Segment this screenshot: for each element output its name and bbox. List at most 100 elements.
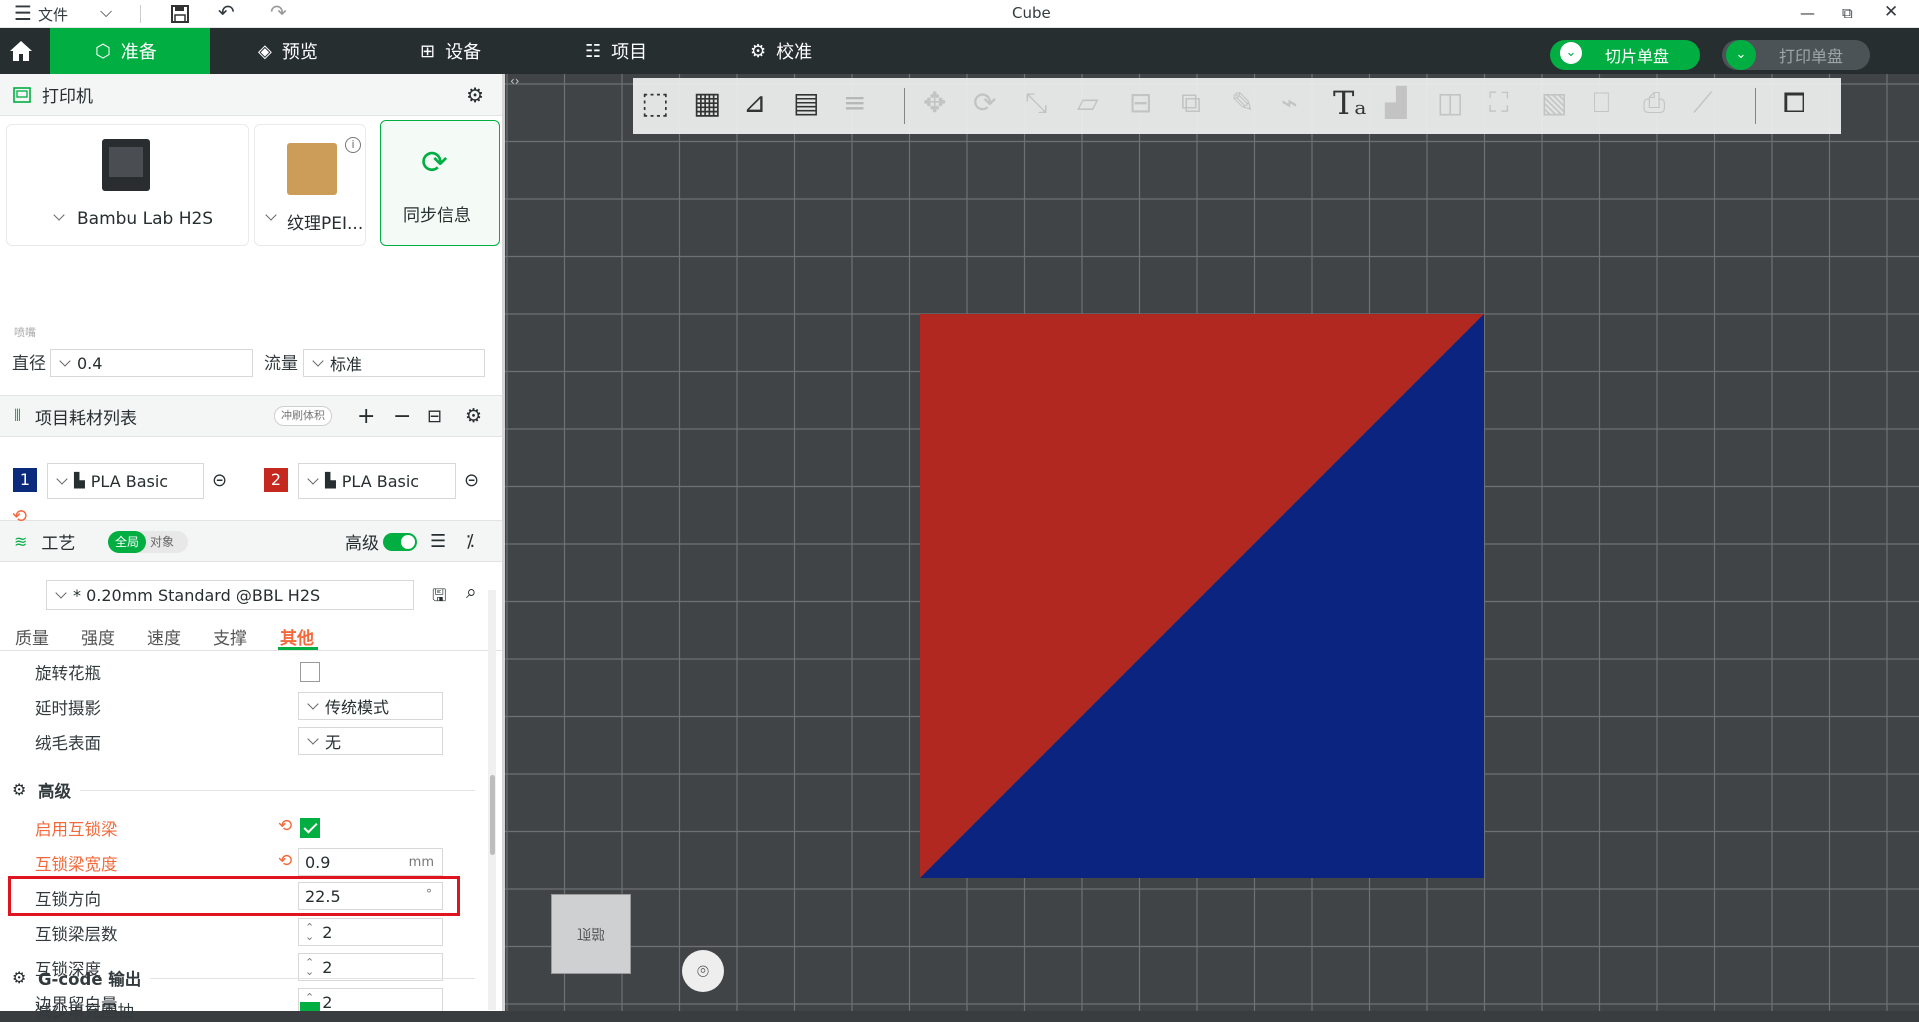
save-preset-icon[interactable]: 🖫 — [432, 583, 446, 612]
sidebar-scrollbar-thumb[interactable] — [490, 775, 495, 855]
list-icon[interactable]: ☰ — [430, 531, 446, 552]
filament-slot-2-select[interactable]: ▙ PLA Basic — [298, 463, 456, 499]
printer-section-title: 打印机 — [42, 87, 93, 107]
text-tool-icon[interactable]: Tₐ — [1333, 84, 1367, 122]
tab-prepare[interactable]: ⬡ 准备 — [50, 28, 210, 74]
printer-settings-gear-icon[interactable]: ⚙ — [466, 83, 484, 107]
interlock-enable-checkbox[interactable] — [300, 818, 320, 838]
lay-on-face-icon[interactable]: ⏥ — [1077, 86, 1099, 119]
rotate-icon[interactable]: ⟳ — [973, 86, 996, 119]
camera-reset-icon[interactable]: ⌾ — [682, 950, 724, 992]
global-toggle-option[interactable]: 全局 — [108, 531, 146, 553]
tab-strength[interactable]: 强度 — [81, 624, 115, 649]
tab-device[interactable]: ⊞ 设备 — [420, 28, 481, 74]
tab-calibration[interactable]: ⚙ 校准 — [750, 28, 812, 74]
interlock-width-input[interactable]: 0.9 mm — [298, 848, 443, 876]
interlock-direction-input[interactable]: 22.5 ° — [298, 882, 443, 910]
arrange-icon[interactable]: ▤ — [793, 86, 819, 119]
interlock-enable-label: 启用互锁梁 — [35, 820, 118, 839]
restore-icon[interactable]: ⧉ — [1842, 4, 1853, 22]
view-cube[interactable]: 顶部 — [551, 894, 631, 974]
add-plate-icon[interactable]: ▦ — [693, 86, 721, 121]
home-button[interactable] — [0, 28, 42, 74]
reduce-infill-retraction-checkbox[interactable] — [300, 1002, 320, 1011]
printer-card[interactable]: Bambu Lab H2S — [6, 124, 249, 246]
spiral-vase-checkbox[interactable] — [300, 662, 320, 682]
boolean-icon[interactable]: ⧉ — [1181, 86, 1201, 120]
chevron-down-icon — [307, 733, 319, 745]
diameter-select[interactable]: 0.4 — [50, 349, 253, 377]
tab-speed[interactable]: 速度 — [147, 624, 181, 649]
menu-chevron-icon[interactable]: ⌵ — [100, 2, 112, 22]
timelapse-select[interactable]: 传统模式 — [298, 692, 443, 720]
filament-slot-2-name: PLA Basic — [341, 471, 420, 491]
print-plate-button[interactable]: ⌄ 打印单盘 — [1722, 40, 1870, 70]
stepper-icon[interactable]: ⌃⌄ — [305, 922, 314, 942]
emboss-icon[interactable]: ⎕ — [1593, 86, 1610, 120]
chevron-down-icon[interactable]: ⌄ — [1560, 42, 1582, 64]
scale-icon[interactable]: ⤡ — [1025, 86, 1047, 120]
assemble-icon[interactable]: ◫ — [1437, 86, 1463, 119]
layers-icon: ◈ — [258, 40, 272, 62]
slice-plate-button[interactable]: ⌄ 切片单盘 — [1550, 40, 1700, 70]
fuzzy-skin-select[interactable]: 无 — [298, 727, 443, 755]
divider — [904, 88, 905, 124]
flow-select[interactable]: 标准 — [303, 349, 485, 377]
svg-icon[interactable]: ⎙ — [1643, 86, 1665, 120]
seam-paint-icon[interactable]: ⌁ — [1281, 86, 1298, 119]
add-icon[interactable]: + — [357, 404, 375, 429]
tab-project[interactable]: ☷ 项目 — [585, 28, 647, 74]
file-menu[interactable]: 文件 — [38, 4, 68, 25]
advanced-toggle[interactable] — [383, 533, 417, 551]
boundary-avoid-value: 2 — [322, 992, 333, 1012]
global-object-toggle[interactable]: 全局 对象 — [108, 531, 188, 553]
redo-icon[interactable]: ↷ — [270, 0, 287, 24]
save-icon[interactable] — [170, 4, 190, 24]
interlock-layers-stepper[interactable]: ⌃ ⌄ 2 — [298, 918, 443, 946]
interlock-depth-stepper[interactable]: ⌃ ⌄ 2 — [298, 953, 443, 981]
remove-icon[interactable]: − — [393, 404, 411, 429]
chevron-down-icon[interactable]: ⌄ — [1726, 40, 1756, 70]
tab-quality[interactable]: 质量 — [15, 624, 49, 649]
process-preset-select[interactable]: * 0.20mm Standard @BBL H2S — [46, 580, 414, 610]
split-plates-icon[interactable]: ≡ — [843, 86, 866, 119]
collapse-sidebar-icon[interactable]: ‹› — [510, 74, 520, 88]
cube-object[interactable] — [920, 314, 1484, 878]
reset-icon[interactable]: ⟲ — [278, 816, 292, 836]
reset-icon[interactable]: ⟲ — [278, 851, 292, 871]
add-object-icon[interactable]: ⬚ — [641, 86, 669, 121]
tab-label: 项目 — [611, 42, 648, 63]
plate-card[interactable]: i 纹理PEI... — [254, 124, 366, 246]
filament-settings-gear-icon[interactable]: ⚙ — [465, 405, 482, 427]
move-icon[interactable]: ✥ — [923, 86, 946, 119]
tab-preview[interactable]: ◈ 预览 — [258, 28, 318, 74]
filament-slot-2-more-icon[interactable]: ⊝ — [464, 470, 479, 491]
divider — [150, 978, 475, 979]
info-icon[interactable]: i — [345, 137, 361, 153]
mesh-boolean-icon[interactable]: ⛶ — [1489, 86, 1509, 120]
sync-info-button[interactable]: ⟳ 同步信息 — [380, 120, 500, 246]
filament-slot-1-more-icon[interactable]: ⊝ — [212, 470, 227, 491]
auto-orient-icon[interactable]: ⊿ — [743, 86, 766, 119]
close-icon[interactable]: ✕ — [1884, 2, 1898, 22]
tab-support[interactable]: 支撑 — [213, 624, 247, 649]
filament-slot-1-select[interactable]: ▙ PLA Basic — [47, 463, 204, 499]
ruler-icon[interactable]: ⟋ — [1693, 86, 1713, 120]
undo-icon[interactable]: ↶ — [218, 0, 235, 24]
compare-icon[interactable]: ⁒ — [466, 531, 474, 552]
hamburger-menu-icon[interactable]: ☰ — [14, 1, 32, 25]
assembly-view-icon[interactable]: ⧠ — [1783, 86, 1805, 120]
sync-filament-icon[interactable]: ⊟ — [427, 406, 442, 427]
stepper-icon[interactable]: ⌃⌄ — [305, 957, 314, 977]
3d-viewport[interactable]: ‹› 顶部 ⌾ — [505, 74, 1919, 1011]
flush-volume-button[interactable]: 冲刷体积 — [274, 406, 332, 426]
support-paint-icon[interactable]: ✎ — [1231, 86, 1254, 119]
variable-layer-icon[interactable]: ▧ — [1541, 86, 1567, 119]
cut-icon[interactable]: ⊟ — [1129, 86, 1152, 119]
object-toggle-option[interactable]: 对象 — [150, 531, 174, 553]
measure-icon[interactable]: ▟ — [1385, 86, 1407, 119]
preset-reset-icon[interactable]: ⟲ — [12, 506, 27, 527]
minimize-icon[interactable]: — — [1800, 4, 1815, 22]
search-icon[interactable]: ⌕ — [466, 581, 477, 603]
tab-others[interactable]: 其他 — [280, 624, 314, 649]
